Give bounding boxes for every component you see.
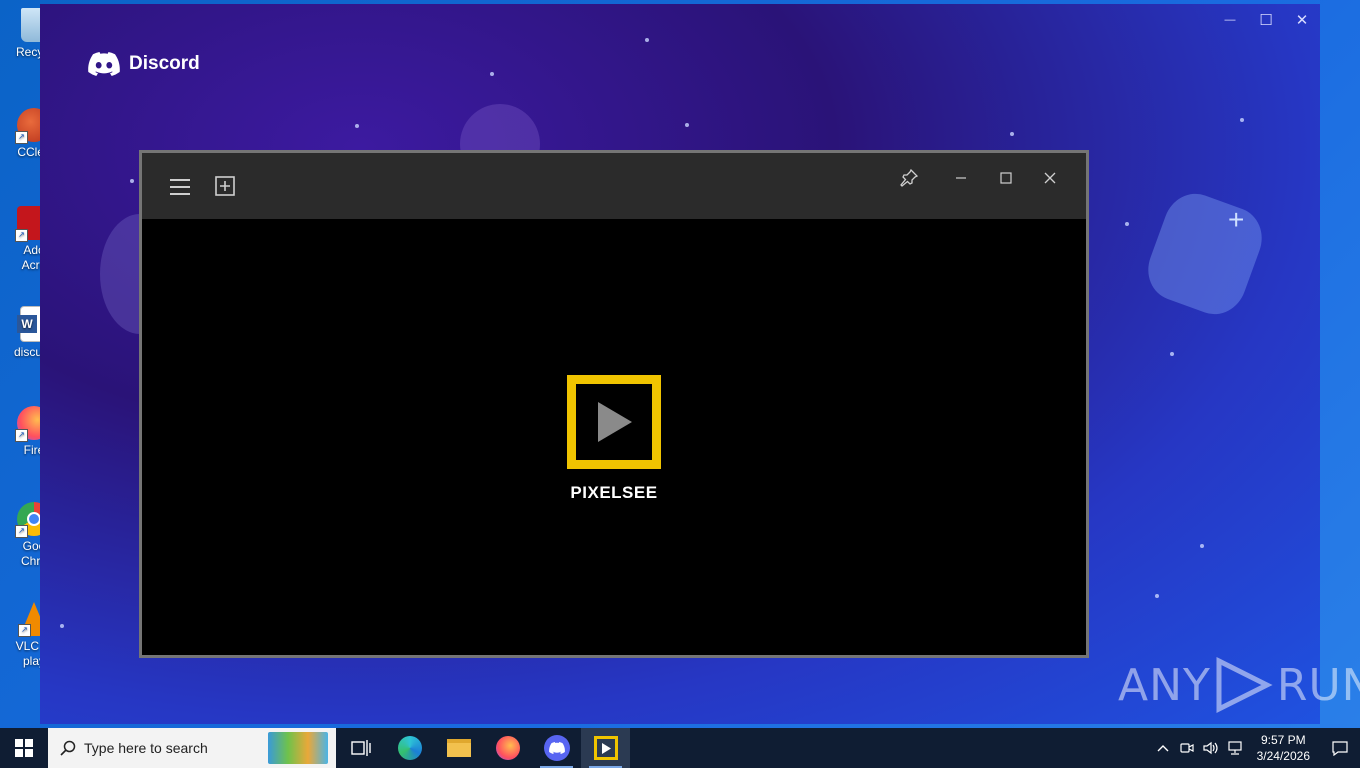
star-decoration — [130, 179, 134, 183]
star-decoration — [1155, 594, 1159, 598]
anyrun-watermark: ANY RUN — [1118, 655, 1360, 715]
discord-window-controls: — ☐ ✕ — [1212, 4, 1320, 36]
shortcut-arrow-icon: ↗ — [15, 131, 28, 144]
firefox-icon — [495, 736, 520, 760]
maximize-icon[interactable] — [995, 167, 1017, 189]
play-icon — [598, 402, 632, 442]
taskbar-clock[interactable]: 9:57 PM 3/24/2026 — [1247, 732, 1320, 764]
watermark-right: RUN — [1276, 659, 1360, 711]
shortcut-arrow-icon: ↗ — [15, 229, 28, 242]
search-icon — [60, 740, 76, 756]
player-titlebar[interactable] — [142, 153, 1086, 219]
star-decoration — [1170, 352, 1174, 356]
watermark-play-icon — [1216, 656, 1273, 714]
meet-now-icon[interactable] — [1175, 728, 1199, 768]
star-decoration — [490, 72, 494, 76]
system-tray: 9:57 PM 3/24/2026 — [1151, 728, 1360, 768]
star-decoration — [685, 123, 689, 127]
notification-center-icon[interactable] — [1320, 728, 1360, 768]
discord-icon — [543, 735, 570, 761]
taskbar-edge[interactable] — [385, 728, 434, 768]
star-decoration — [1240, 118, 1244, 122]
shortcut-arrow-icon: ↗ — [15, 429, 28, 442]
taskbar-file-explorer[interactable] — [434, 728, 483, 768]
search-placeholder: Type here to search — [84, 740, 208, 756]
add-media-icon[interactable] — [214, 175, 236, 197]
watermark-left: ANY — [1118, 659, 1211, 711]
search-highlight-image — [268, 732, 328, 764]
taskbar-search-box[interactable]: Type here to search — [48, 728, 336, 768]
clock-date: 3/24/2026 — [1256, 749, 1310, 763]
star-decoration — [1200, 544, 1204, 548]
folder-icon — [446, 739, 471, 757]
taskbar-discord[interactable] — [532, 728, 581, 768]
edge-icon — [397, 736, 422, 760]
discord-close-button[interactable]: ✕ — [1284, 4, 1320, 36]
discord-logo-icon — [88, 52, 120, 76]
show-hidden-icons-chevron-icon[interactable] — [1151, 728, 1175, 768]
star-decoration — [645, 38, 649, 42]
close-icon[interactable] — [1039, 167, 1061, 189]
pixelsee-icon — [593, 736, 618, 760]
clock-time: 9:57 PM — [1260, 733, 1306, 747]
star-decoration — [60, 624, 64, 628]
app-name: PIXELSEE — [570, 483, 658, 502]
pixelsee-logo-icon — [567, 375, 661, 469]
taskbar-pixelsee[interactable] — [581, 728, 630, 768]
shortcut-arrow-icon: ↗ — [18, 624, 31, 637]
minimize-icon[interactable] — [950, 167, 972, 189]
volume-icon[interactable] — [1199, 728, 1223, 768]
star-decoration — [1010, 132, 1014, 136]
discord-logo: Discord — [88, 52, 200, 76]
discord-maximize-button[interactable]: ☐ — [1248, 4, 1284, 36]
desktop: Recycl ↗ CClea ↗ Ado Acro W discuss ↗ Fi… — [0, 0, 1360, 728]
task-view-icon — [350, 740, 371, 756]
network-icon[interactable] — [1223, 728, 1247, 768]
taskbar-firefox[interactable] — [483, 728, 532, 768]
windows-logo-icon — [15, 739, 33, 757]
shortcut-arrow-icon: ↗ — [15, 525, 28, 538]
pin-icon[interactable] — [898, 167, 920, 189]
sparkle-icon: + — [1228, 204, 1245, 235]
star-decoration — [355, 124, 359, 128]
background-decoration — [1139, 185, 1271, 323]
task-view-button[interactable] — [336, 728, 385, 768]
taskbar: Type here to search 9:57 PM 3/24/2026 — [0, 728, 1360, 768]
menu-icon[interactable] — [168, 175, 192, 199]
start-button[interactable] — [0, 728, 48, 768]
star-decoration — [1125, 222, 1129, 226]
pixelsee-window: PIXELSEE — [139, 150, 1089, 658]
discord-brand-name: Discord — [129, 53, 200, 74]
discord-minimize-button[interactable]: — — [1212, 4, 1248, 36]
